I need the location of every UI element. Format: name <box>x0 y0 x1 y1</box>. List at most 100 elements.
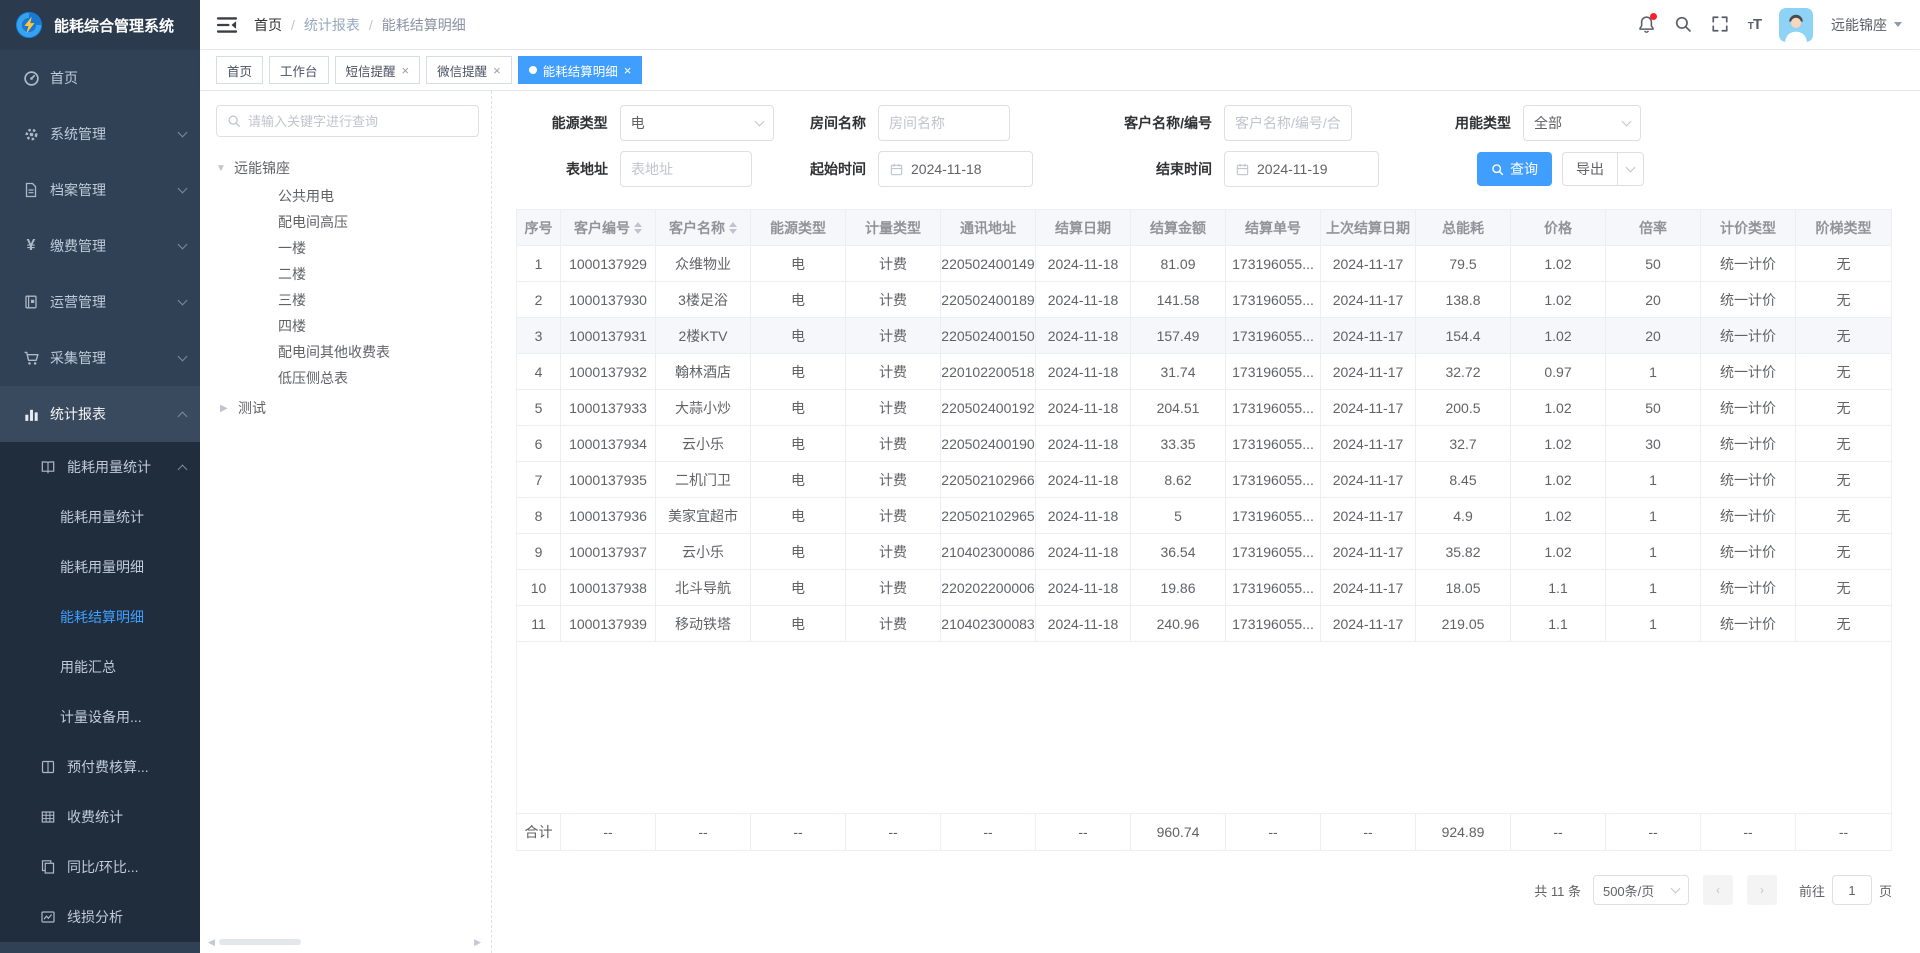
end-date-picker[interactable]: 2024-11-19 <box>1224 151 1379 187</box>
submenu-leaf[interactable]: 用能汇总 <box>0 642 200 692</box>
prev-page-button[interactable]: ‹ <box>1703 875 1733 905</box>
fullscreen-icon[interactable] <box>1711 15 1730 34</box>
sort-caret-icon[interactable] <box>729 222 737 234</box>
scrollbar-thumb[interactable] <box>219 939 301 945</box>
room-name-input[interactable] <box>889 115 999 131</box>
tree-node[interactable]: 低压侧总表 <box>216 365 479 391</box>
tree-root-node[interactable]: ▼ 远能锦座 <box>216 153 479 183</box>
cell-price: 1.02 <box>1511 426 1606 462</box>
column-header[interactable]: 结算日期 <box>1036 210 1131 246</box>
caret-collapsed-icon[interactable]: ▶ <box>220 403 230 414</box>
column-header[interactable]: 倍率 <box>1606 210 1701 246</box>
tree-node[interactable]: 三楼 <box>216 287 479 313</box>
energy-type-select[interactable]: 电 <box>620 105 774 141</box>
meter-address-input[interactable] <box>631 161 741 177</box>
tree-node[interactable]: 四楼 <box>216 313 479 339</box>
page-size-select[interactable]: 500条/页 <box>1593 875 1689 905</box>
sidebar-item-operation[interactable]: 运营管理 <box>0 274 200 330</box>
usage-type-select[interactable]: 全部 <box>1523 105 1641 141</box>
breadcrumb-reports[interactable]: 统计报表 <box>304 15 360 35</box>
column-header[interactable]: 计量类型 <box>846 210 941 246</box>
submenu-leaf[interactable]: 能耗用量统计 <box>0 492 200 542</box>
scroll-right-icon[interactable]: ▶ <box>474 938 481 947</box>
tab[interactable]: 微信提醒 × <box>426 56 512 84</box>
table-row[interactable]: 11 1000137939 移动铁塔 电 计费 210402300083 202… <box>517 606 1891 642</box>
tab[interactable]: 首页 <box>216 56 263 84</box>
tree-node[interactable]: 配电间高压 <box>216 209 479 235</box>
cell-total-energy: 35.82 <box>1416 534 1511 570</box>
sidebar-item-system[interactable]: 系统管理 <box>0 106 200 162</box>
table-row[interactable]: 4 1000137932 翰林酒店 电 计费 220102200518 2024… <box>517 354 1891 390</box>
column-header[interactable]: 总能耗 <box>1416 210 1511 246</box>
tree-node[interactable]: 一楼 <box>216 235 479 261</box>
table-row[interactable]: 1 1000137929 众维物业 电 计费 220502400149 2024… <box>517 246 1891 282</box>
sidebar-item-reports[interactable]: 统计报表 <box>0 386 200 442</box>
sidebar-item-collection[interactable]: 采集管理 <box>0 330 200 386</box>
column-header[interactable]: 阶梯类型 <box>1796 210 1891 246</box>
table-row[interactable]: 6 1000137934 云小乐 电 计费 220502400190 2024-… <box>517 426 1891 462</box>
submenu-leaf[interactable]: 能耗用量明细 <box>0 542 200 592</box>
tree-node[interactable]: 二楼 <box>216 261 479 287</box>
export-dropdown-toggle[interactable] <box>1617 153 1643 185</box>
scroll-left-icon[interactable]: ◀ <box>208 938 215 947</box>
query-button[interactable]: 查询 <box>1477 152 1552 186</box>
start-date-picker[interactable]: 2024-11-18 <box>878 151 1033 187</box>
close-icon[interactable]: × <box>493 64 501 77</box>
column-header[interactable]: 结算金额 <box>1131 210 1226 246</box>
cell-total-energy: 4.9 <box>1416 498 1511 534</box>
table-row[interactable]: 2 1000137930 3楼足浴 电 计费 220502400189 2024… <box>517 282 1891 318</box>
tree-node-collapsed[interactable]: ▶ 测试 <box>216 393 479 423</box>
sidebar-fold-icon[interactable] <box>216 14 238 36</box>
tree-search-input[interactable] <box>248 114 468 129</box>
column-header[interactable]: 上次结算日期 <box>1321 210 1416 246</box>
search-icon[interactable] <box>1674 15 1693 34</box>
column-header[interactable]: 计价类型 <box>1701 210 1796 246</box>
tab[interactable]: 工作台 <box>269 56 329 84</box>
notification-bell-icon[interactable] <box>1637 15 1656 34</box>
close-icon[interactable]: × <box>402 64 410 77</box>
dashboard-icon <box>22 69 40 87</box>
table-row[interactable]: 10 1000137938 北斗导航 电 计费 220202200006 202… <box>517 570 1891 606</box>
sort-caret-icon[interactable] <box>634 222 642 234</box>
column-header[interactable]: 客户名称 <box>656 210 751 246</box>
submenu-item-comparison[interactable]: 同比/环比... <box>0 842 200 892</box>
tab[interactable]: 短信提醒 × <box>335 56 421 84</box>
caret-expanded-icon[interactable]: ▼ <box>216 163 226 174</box>
sidebar-item-payment[interactable]: ¥ 缴费管理 <box>0 218 200 274</box>
customer-input[interactable] <box>1235 115 1341 131</box>
table-row[interactable]: 5 1000137933 大蒜小炒 电 计费 220502400192 2024… <box>517 390 1891 426</box>
table-row[interactable]: 3 1000137931 2楼KTV 电 计费 220502400150 202… <box>517 318 1891 354</box>
filter-row-2: 表地址 起始时间 2024-11-18 <box>516 151 1892 187</box>
export-button[interactable]: 导出 <box>1563 153 1617 185</box>
tree-horizontal-scrollbar: ◀ ▶ <box>208 935 481 949</box>
tab[interactable]: 能耗结算明细 × <box>518 56 643 84</box>
column-header[interactable]: 通讯地址 <box>941 210 1036 246</box>
summary-cell: -- <box>1036 814 1131 850</box>
sidebar-item-home[interactable]: 首页 <box>0 50 200 106</box>
column-header[interactable]: 价格 <box>1511 210 1606 246</box>
tree-node[interactable]: 公共用电 <box>216 183 479 209</box>
column-header[interactable]: 结算单号 <box>1226 210 1321 246</box>
column-header[interactable]: 能源类型 <box>751 210 846 246</box>
sidebar-item-archives[interactable]: 档案管理 <box>0 162 200 218</box>
submenu-group-energy-usage-stats[interactable]: 能耗用量统计 <box>0 442 200 492</box>
column-header[interactable]: 序号 <box>517 210 561 246</box>
font-size-icon[interactable]: TT <box>1748 16 1761 33</box>
table-row[interactable]: 7 1000137935 二机门卫 电 计费 220502102966 2024… <box>517 462 1891 498</box>
next-page-button[interactable]: › <box>1747 875 1777 905</box>
column-header[interactable]: 客户编号 <box>561 210 656 246</box>
cell-total-energy: 8.45 <box>1416 462 1511 498</box>
goto-page-input[interactable] <box>1832 875 1872 905</box>
submenu-item-charge-stats[interactable]: 收费统计 <box>0 792 200 842</box>
tree-node[interactable]: 配电间其他收费表 <box>216 339 479 365</box>
submenu-item-prepaid[interactable]: 预付费核算... <box>0 742 200 792</box>
submenu-leaf[interactable]: 计量设备用... <box>0 692 200 742</box>
user-menu[interactable]: 远能锦座 <box>1831 15 1902 35</box>
avatar[interactable] <box>1779 8 1813 42</box>
submenu-item-line-loss[interactable]: 线损分析 <box>0 892 200 942</box>
close-icon[interactable]: × <box>624 64 632 77</box>
table-row[interactable]: 9 1000137937 云小乐 电 计费 210402300086 2024-… <box>517 534 1891 570</box>
breadcrumb-home[interactable]: 首页 <box>254 15 282 35</box>
table-row[interactable]: 8 1000137936 美家宜超市 电 计费 220502102965 202… <box>517 498 1891 534</box>
submenu-leaf[interactable]: 能耗结算明细 <box>0 592 200 642</box>
